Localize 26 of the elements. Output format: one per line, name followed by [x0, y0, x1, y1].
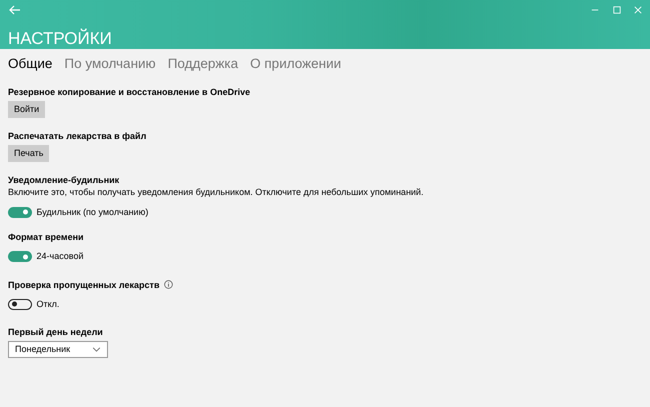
chevron-down-icon: [92, 347, 101, 352]
toggle-label: 24-часовой: [36, 250, 84, 264]
toggle-switch[interactable]: [8, 206, 32, 218]
app-title: НАСТРОЙКИ: [7, 28, 113, 47]
tab[interactable]: О приложении: [250, 56, 342, 72]
toggle-switch[interactable]: [8, 298, 32, 310]
close-icon[interactable]: [634, 6, 642, 14]
tab[interactable]: Поддержка: [168, 56, 238, 72]
back-arrow-icon[interactable]: [8, 3, 22, 17]
maximize-icon[interactable]: [612, 6, 620, 14]
section-title: Уведомление-будильник: [8, 174, 120, 186]
section-title: Первый день недели: [8, 326, 103, 338]
section-title: Проверка пропущенных лекарств: [8, 278, 160, 291]
section-title: Распечатать лекарства в файл: [8, 130, 146, 142]
toggle-label: Откл.: [36, 298, 60, 311]
toggle-label: Будильник (по умолчанию): [36, 206, 148, 219]
tab[interactable]: По умолчанию: [64, 56, 156, 72]
tab[interactable]: Общие: [8, 56, 52, 72]
description-text: Включите это, чтобы получать уведомления будильником. Отключите для небольших упоминаний.: [8, 186, 424, 200]
action-button[interactable]: Печать: [8, 145, 50, 162]
toggle-switch[interactable]: [8, 251, 32, 262]
dropdown[interactable]: Понедельник: [8, 341, 108, 358]
section-title: Резервное копирование и восстановление в OneDrive: [8, 86, 250, 98]
info-icon[interactable]: [164, 280, 173, 290]
action-button[interactable]: Войти: [8, 101, 46, 118]
section-title: Формат времени: [8, 231, 84, 244]
